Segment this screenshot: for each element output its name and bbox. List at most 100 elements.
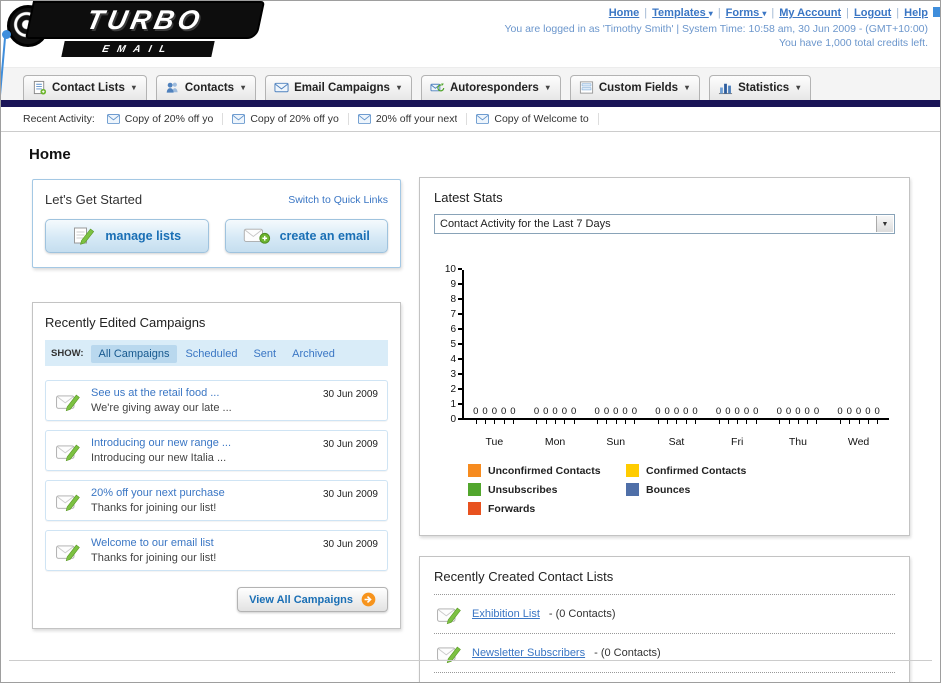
filter-all-campaigns[interactable]: All Campaigns	[90, 345, 178, 363]
contact-list-link[interactable]: Exhibition List	[472, 608, 540, 620]
bar-value-label: 0	[510, 406, 516, 424]
logo-subtitle: EMAIL	[101, 43, 175, 55]
stats-period-value: Contact Activity for the Last 7 Days	[440, 218, 611, 230]
tab-label: Contact Lists	[52, 81, 125, 94]
bar-value-label: 0	[631, 406, 637, 424]
envelope-pencil-icon	[436, 603, 463, 625]
recent-activity-bar: Recent Activity: Copy of 20% off yo Copy …	[1, 107, 940, 132]
y-axis-label: 5	[450, 340, 462, 350]
link-separator: |	[771, 7, 775, 19]
bar-value-label: 0	[846, 406, 852, 424]
campaign-title-link[interactable]: See us at the retail food ...	[91, 387, 314, 399]
bar-value-label: 0	[734, 406, 740, 424]
contact-activity-chart: 10 9 8 7 6 5 4 3 2 1 0 000000000000000000000000000…	[440, 265, 889, 426]
tab-email-campaigns[interactable]: Email Campaigns ▾	[265, 75, 412, 100]
y-axis-label: 3	[450, 370, 462, 380]
contact-lists-icon	[32, 80, 47, 95]
chevron-down-icon: ▾	[796, 83, 801, 92]
campaign-title-link[interactable]: Welcome to our email list	[91, 537, 314, 549]
header-meta: Home | Templates ▾ | Forms ▾ | My Account | Logo…	[504, 7, 928, 49]
navy-divider-bar	[1, 100, 940, 107]
header-link-forms[interactable]: Forms ▾	[726, 7, 767, 19]
bar-value-label: 0	[725, 406, 731, 424]
get-started-title: Let's Get Started	[45, 192, 143, 207]
chart-group-tue: 00000	[473, 406, 516, 424]
view-all-campaigns-button[interactable]: View All Campaigns	[237, 587, 388, 612]
recent-activity-item[interactable]: 20% off your next	[357, 113, 468, 125]
y-axis-label: 10	[445, 265, 462, 275]
turbo-email-logo: TURBO EMAIL	[1, 1, 286, 108]
x-axis-label: Sat	[668, 436, 685, 448]
recent-activity-text: Copy of Welcome to	[494, 113, 589, 125]
header-link-help[interactable]: Help	[904, 7, 928, 19]
chart-legend: Unconfirmed Contacts Confirmed Contacts Un…	[468, 464, 895, 521]
filter-sent[interactable]: Sent	[245, 345, 284, 363]
contact-list-count: - (0 Contacts)	[548, 608, 616, 620]
bar-value-label: 0	[473, 406, 479, 424]
recent-activity-item[interactable]: Copy of 20% off yo	[106, 113, 224, 125]
campaign-title-link[interactable]: Introducing our new range ...	[91, 437, 314, 449]
pencil-paper-icon	[72, 226, 96, 246]
tab-label: Statistics	[738, 81, 790, 94]
y-axis-label: 1	[450, 400, 462, 410]
campaigns-title: Recently Edited Campaigns	[45, 315, 206, 330]
legend-label: Forwards	[488, 502, 536, 515]
tab-contacts[interactable]: Contacts ▾	[155, 75, 257, 100]
dropdown-arrow-icon: ▼	[876, 216, 893, 232]
y-axis-label: 4	[450, 355, 462, 365]
contact-list-link[interactable]: Newsletter Subscribers	[472, 647, 585, 659]
get-started-panel: Let's Get Started Switch to Quick Links …	[32, 179, 401, 268]
legend-swatch	[468, 464, 481, 477]
campaign-row[interactable]: Welcome to our email list Thanks for join…	[45, 530, 388, 571]
envelope-icon	[476, 114, 490, 124]
header-link-home[interactable]: Home	[609, 7, 640, 19]
latest-stats-title: Latest Stats	[434, 190, 503, 205]
header: TURBO EMAIL Home | Templates ▾ | Forms ▾ | My …	[1, 1, 940, 108]
contact-lists-title: Recently Created Contact Lists	[434, 569, 614, 584]
bar-value-label: 0	[673, 406, 680, 424]
contact-list-row[interactable]: Newsletter Subscribers - (0 Contacts)	[434, 634, 895, 673]
recent-activity-items: Copy of 20% off yo Copy of 20% off yo 20% …	[106, 113, 608, 125]
legend-swatch	[626, 483, 639, 496]
campaign-title-link[interactable]: 20% off your next purchase	[91, 487, 314, 499]
contacts-icon	[165, 80, 180, 95]
main-content: Home Let's Get Started Switch to Quick L…	[1, 132, 940, 682]
campaign-row[interactable]: See us at the retail food ... We're givin…	[45, 380, 388, 421]
bar-value-label: 0	[655, 406, 661, 424]
header-link-my-account[interactable]: My Account	[779, 7, 841, 19]
campaign-list: See us at the retail food ... We're givin…	[45, 380, 388, 571]
bar-value-label: 0	[855, 406, 862, 424]
x-axis-label: Sun	[606, 436, 626, 448]
y-axis-label: 6	[450, 325, 462, 335]
tab-statistics[interactable]: Statistics ▾	[709, 75, 812, 100]
tab-label: Custom Fields	[598, 81, 679, 94]
legend-label: Confirmed Contacts	[646, 464, 747, 477]
recent-activity-item[interactable]: Copy of 20% off yo	[232, 113, 349, 125]
bar-value-label: 0	[543, 406, 549, 424]
y-axis-label: 2	[450, 385, 462, 395]
create-an-email-button[interactable]: create an email	[224, 219, 388, 253]
campaign-row[interactable]: Introducing our new range ... Introducing…	[45, 430, 388, 471]
tab-autoresponders[interactable]: Autoresponders ▾	[420, 75, 561, 100]
header-link-templates[interactable]: Templates ▾	[652, 7, 713, 19]
recent-activity-item[interactable]: Copy of Welcome to	[476, 113, 599, 125]
legend-item: Bounces	[626, 483, 784, 496]
contact-list-rows: Exhibition List - (0 Contacts) Newsletter …	[434, 594, 895, 673]
campaign-row[interactable]: 20% off your next purchase Thanks for joi…	[45, 480, 388, 521]
tab-contact-lists[interactable]: Contact Lists ▾	[23, 75, 147, 100]
switch-quick-links-link[interactable]: Switch to Quick Links	[288, 194, 388, 206]
header-link-logout[interactable]: Logout	[854, 7, 891, 19]
chart-group-wed: 00000	[837, 406, 880, 424]
chart-x-axis: Tue Mon Sun Sat Fri Thu Wed	[464, 436, 889, 448]
manage-lists-button[interactable]: manage lists	[45, 219, 209, 253]
stats-period-select[interactable]: Contact Activity for the Last 7 Days ▼	[434, 214, 895, 234]
show-label: SHOW:	[51, 347, 84, 359]
campaign-filters: All Campaigns Scheduled Sent Archived	[90, 344, 343, 363]
link-separator: |	[717, 7, 721, 19]
envelope-pencil-icon	[55, 490, 82, 512]
contact-list-row[interactable]: Exhibition List - (0 Contacts)	[434, 595, 895, 634]
filter-scheduled[interactable]: Scheduled	[177, 345, 245, 363]
tab-custom-fields[interactable]: Custom Fields ▾	[569, 75, 701, 100]
bar-value-label: 0	[715, 406, 722, 424]
filter-archived[interactable]: Archived	[284, 345, 343, 363]
